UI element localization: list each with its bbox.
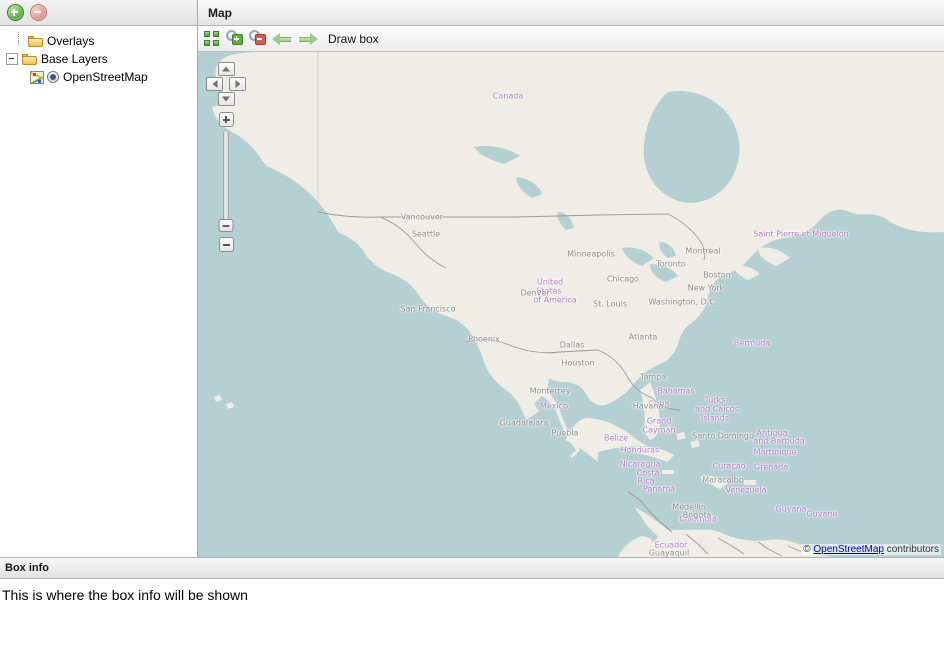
box-info-header: Box info (0, 558, 944, 579)
pan-up-row (206, 62, 246, 76)
folder-icon (28, 35, 43, 47)
zoom-in-slider-button[interactable] (219, 112, 234, 127)
attribution-suffix: contributors (887, 544, 939, 555)
map-title-bar: Map (198, 0, 944, 26)
folder-icon (22, 53, 37, 65)
pan-up-button[interactable] (218, 62, 235, 76)
zoom-extent-icon (204, 31, 220, 47)
triangle-up-icon (222, 67, 230, 72)
next-view-button[interactable] (298, 28, 318, 50)
zoom-slider-handle[interactable] (219, 219, 234, 232)
layer-panel: Overlays Base Layers OpenStreetMap (0, 0, 198, 557)
arrow-right-icon (298, 33, 318, 45)
tree-item-base-layers[interactable]: Base Layers (6, 50, 197, 68)
map-canvas[interactable]: .land { fill: #f0ede6; } .water { fill: … (198, 52, 944, 557)
tree-item-label: OpenStreetMap (63, 70, 148, 84)
layer-tree: Overlays Base Layers OpenStreetMap (0, 26, 197, 86)
copyright-symbol: © (803, 544, 810, 555)
openstreetmap-link[interactable]: OpenStreetMap (813, 544, 884, 555)
magnifier-plus-icon (226, 30, 243, 47)
box-info-panel: Box info This is where the box info will… (0, 557, 944, 655)
tree-handle-spacer (14, 36, 24, 46)
map-graphics: .land { fill: #f0ede6; } .water { fill: … (198, 52, 944, 557)
pan-zoom-control (206, 62, 246, 252)
triangle-left-icon (212, 80, 217, 88)
tree-collapse-toggle-icon[interactable] (6, 53, 18, 65)
draw-box-button[interactable]: Draw box (328, 32, 379, 46)
pan-horizontal-row (206, 77, 246, 91)
plus-circle-icon (7, 4, 24, 21)
box-info-text: This is where the box info will be shown (0, 579, 944, 611)
tree-item-openstreetmap[interactable]: OpenStreetMap (6, 68, 197, 86)
pan-right-button[interactable] (229, 77, 246, 91)
map-panel: Map (198, 0, 944, 557)
pan-down-row (206, 92, 246, 106)
remove-layer-button[interactable] (28, 3, 48, 23)
application-window: Overlays Base Layers OpenStreetMap Map (0, 0, 944, 655)
zoom-out-slider-button[interactable] (219, 237, 234, 252)
zoom-slider-track[interactable] (223, 130, 229, 226)
map-layer-icon (30, 71, 44, 84)
add-layer-button[interactable] (5, 3, 25, 23)
magnifier-minus-icon (249, 30, 266, 47)
zoom-out-button[interactable] (249, 28, 266, 50)
triangle-right-icon (235, 80, 240, 88)
pan-down-button[interactable] (218, 92, 235, 106)
triangle-down-icon (222, 97, 230, 102)
layer-toolbar (0, 0, 197, 26)
tree-item-label: Overlays (47, 34, 94, 48)
map-toolbar: Draw box (198, 26, 944, 52)
arrow-left-icon (272, 33, 292, 45)
minus-circle-icon (30, 4, 47, 21)
zoom-in-button[interactable] (226, 28, 243, 50)
pan-left-button[interactable] (206, 77, 223, 91)
tree-item-label: Base Layers (41, 52, 108, 66)
map-attribution: © OpenStreetMap contributors (801, 544, 941, 555)
tree-item-overlays[interactable]: Overlays (6, 32, 197, 50)
previous-view-button[interactable] (272, 28, 292, 50)
zoom-to-extent-button[interactable] (204, 28, 220, 50)
map-panel-title: Map (208, 6, 232, 20)
layer-radio-button[interactable] (47, 71, 59, 83)
